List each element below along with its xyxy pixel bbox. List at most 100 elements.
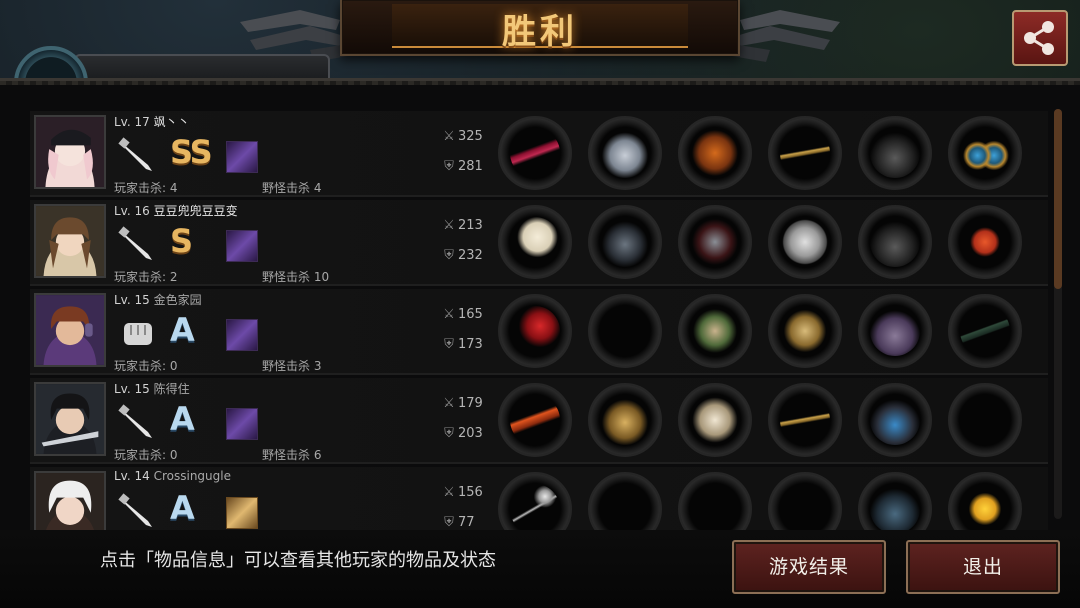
player-level-name: Lv. 14 Crossingugle	[114, 469, 231, 483]
item-slot[interactable]	[858, 383, 932, 457]
golden-vine-belt-icon	[780, 128, 830, 178]
player-avatar	[34, 382, 106, 456]
defense-stat: ⛨ 203	[440, 426, 483, 441]
player-kills: 玩家击杀: 4	[114, 181, 178, 195]
purple-skill-icon	[226, 141, 258, 173]
item-slot[interactable]	[498, 116, 572, 190]
player-kills: 玩家击杀: 0	[114, 448, 178, 462]
player-row[interactable]: Lv. 15 陈得住 A 玩家击杀: 0 野怪击杀 6 ⚔ 179 ⛨ 203	[30, 378, 1048, 464]
player-kills: 玩家击杀: 0	[114, 359, 178, 373]
red-dice-icon	[960, 217, 1010, 267]
item-slot[interactable]	[768, 205, 842, 279]
purple-skill-icon	[226, 408, 258, 440]
scrollbar-thumb[interactable]	[1054, 109, 1062, 289]
item-slot[interactable]	[678, 205, 752, 279]
attack-stat: ⚔ 165	[440, 307, 483, 322]
item-slot[interactable]	[948, 205, 1022, 279]
swords-icon: ⚔	[443, 129, 455, 144]
black-boots-icon	[870, 217, 920, 267]
player-level-name: Lv. 16 豆豆兜兜豆豆变	[114, 204, 238, 218]
rank-badge: SS	[170, 133, 213, 171]
defense-stat: ⛨ 77	[440, 515, 474, 530]
item-slot[interactable]	[678, 294, 752, 368]
item-slot[interactable]	[768, 383, 842, 457]
player-avatar	[34, 204, 106, 278]
item-slot[interactable]	[588, 294, 662, 368]
player-level-name: Lv. 15 陈得住	[114, 382, 190, 396]
item-slot[interactable]	[858, 294, 932, 368]
scythe-icon	[510, 484, 560, 534]
rank-badge: A	[170, 311, 195, 349]
silver-disc-icon	[780, 217, 830, 267]
game-result-button[interactable]: 游戏结果	[732, 540, 886, 594]
purple-boots-icon	[870, 306, 920, 356]
item-slot[interactable]	[498, 383, 572, 457]
shield-icon: ⛨	[444, 159, 454, 174]
swords-icon: ⚔	[443, 396, 455, 411]
scrollbar[interactable]	[1054, 109, 1062, 519]
knife-icon	[118, 137, 152, 171]
player-row[interactable]: Lv. 16 豆豆兜兜豆豆变 S 玩家击杀: 2 野怪击杀 10 ⚔ 213 ⛨ 2…	[30, 200, 1048, 286]
item-slot[interactable]	[678, 383, 752, 457]
player-row[interactable]: Lv. 15 金色家园 A 玩家击杀: 0 野怪击杀 3 ⚔ 165 ⛨ 173	[30, 289, 1048, 375]
dark-helmet-icon	[600, 217, 650, 267]
item-slot[interactable]	[858, 116, 932, 190]
blue-sneakers-icon	[870, 395, 920, 445]
steel-helmet-icon	[600, 128, 650, 178]
item-slot[interactable]	[588, 116, 662, 190]
golden-vine-belt-icon	[780, 395, 830, 445]
victory-title: 胜利	[502, 12, 578, 52]
knife-icon	[118, 404, 152, 438]
exit-button[interactable]: 退出	[906, 540, 1060, 594]
defense-stat: ⛨ 232	[440, 248, 483, 263]
item-slot[interactable]	[948, 383, 1022, 457]
white-armor-icon	[690, 395, 740, 445]
knife-icon	[118, 493, 152, 527]
item-slot[interactable]	[768, 116, 842, 190]
player-avatar	[34, 293, 106, 367]
player-kills: 玩家击杀: 2	[114, 270, 178, 284]
monster-kills: 野怪击杀 6	[262, 448, 322, 462]
golden-helmet-icon	[600, 395, 650, 445]
defense-stat: ⛨ 281	[440, 159, 483, 174]
crimson-blade-icon	[510, 128, 560, 178]
item-slot[interactable]	[588, 205, 662, 279]
results-panel: Lv. 17 飒丶丶 SS 玩家击杀: 4 野怪击杀 4 ⚔ 325 ⛨ 281 L…	[0, 78, 1080, 608]
flame-armor-icon	[690, 128, 740, 178]
item-slot[interactable]	[588, 383, 662, 457]
flame-sword-icon	[510, 395, 560, 445]
item-slot[interactable]	[858, 205, 932, 279]
attack-stat: ⚔ 156	[440, 485, 483, 500]
monster-kills: 野怪击杀 10	[262, 270, 330, 284]
rank-badge: A	[170, 400, 195, 438]
shield-icon: ⛨	[444, 515, 454, 530]
attack-stat: ⚔ 179	[440, 396, 483, 411]
player-row[interactable]: Lv. 17 飒丶丶 SS 玩家击杀: 4 野怪击杀 4 ⚔ 325 ⛨ 281	[30, 111, 1048, 197]
blue-earrings-icon	[960, 128, 1010, 178]
footer-bar: 点击「物品信息」可以查看其他玩家的物品及状态 游戏结果 退出	[0, 530, 1080, 608]
item-slot[interactable]	[948, 294, 1022, 368]
rank-badge: S	[170, 222, 193, 260]
item-slot[interactable]	[498, 294, 572, 368]
item-slot[interactable]	[498, 205, 572, 279]
attack-stat: ⚔ 325	[440, 129, 483, 144]
player-level-name: Lv. 15 金色家园	[114, 293, 202, 307]
share-button[interactable]	[1012, 10, 1068, 66]
item-slot[interactable]	[768, 294, 842, 368]
item-slot[interactable]	[678, 116, 752, 190]
fist-icon	[124, 323, 152, 345]
white-flag-staff-icon	[510, 217, 560, 267]
rank-badge: A	[170, 489, 195, 527]
attack-stat: ⚔ 213	[440, 218, 483, 233]
swords-icon: ⚔	[443, 485, 455, 500]
hint-text: 点击「物品信息」可以查看其他玩家的物品及状态	[100, 550, 496, 571]
defense-stat: ⛨ 173	[440, 337, 483, 352]
dark-boots-icon	[870, 484, 920, 534]
monster-kills: 野怪击杀 3	[262, 359, 322, 373]
item-slot[interactable]	[948, 116, 1022, 190]
yellow-flower-icon	[960, 484, 1010, 534]
black-boots-icon	[870, 128, 920, 178]
sniper-scope-icon	[960, 306, 1010, 356]
victory-banner: 胜利	[340, 0, 740, 56]
green-armor-icon	[690, 306, 740, 356]
